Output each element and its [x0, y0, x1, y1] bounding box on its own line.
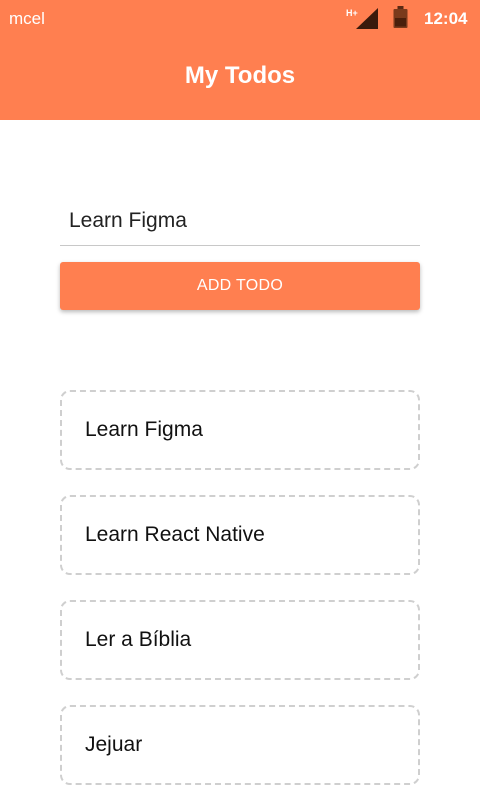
carrier-name: mcel: [9, 9, 45, 28]
page-title: My Todos: [184, 62, 296, 89]
app-header: mcel H+ 12:04 My Todos: [0, 0, 480, 120]
todo-list: Learn Figma Learn React Native Ler a Bíb…: [60, 390, 420, 810]
todo-item[interactable]: Learn React Native: [60, 495, 420, 575]
add-todo-button[interactable]: ADD TODO: [60, 262, 420, 310]
status-clock: 12:04: [424, 9, 468, 28]
status-bar: mcel H+ 12:04: [0, 0, 480, 38]
todo-item[interactable]: Ler a Bíblia: [60, 600, 420, 680]
todo-item[interactable]: Learn Figma: [60, 390, 420, 470]
todo-item[interactable]: Jejuar: [60, 705, 420, 785]
battery-icon: [393, 6, 408, 28]
signal-icon: [356, 8, 378, 29]
todo-input[interactable]: [60, 196, 420, 246]
